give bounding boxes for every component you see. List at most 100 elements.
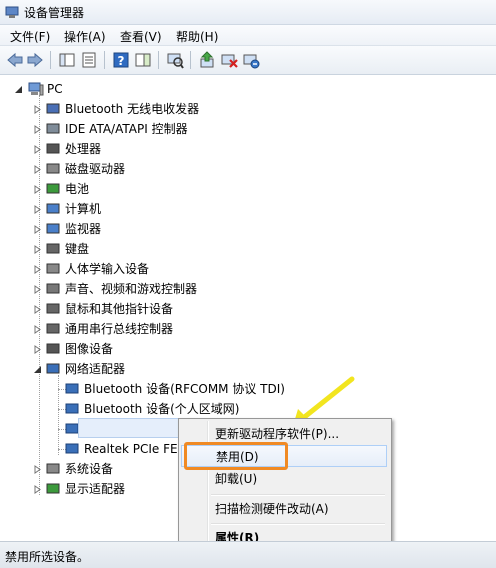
status-bar: 禁用所选设备。 [0,541,496,568]
bluetooth-icon [46,103,60,114]
collapsed-arrow-icon[interactable] [33,185,42,194]
tree-item-label: 系统设备 [65,462,114,476]
collapsed-arrow-icon[interactable] [33,225,42,234]
tree-item-label: 键盘 [65,242,90,256]
pc-icon [28,82,44,96]
camera-icon [46,343,60,354]
update-driver-icon[interactable] [198,51,216,69]
expanded-arrow-icon[interactable] [33,365,42,374]
tree-item-label: 监视器 [65,222,102,236]
tree-category[interactable]: 磁盘驱动器 [0,159,420,179]
tree-item-label: 图像设备 [65,342,114,356]
title-bar: 设备管理器 [0,0,496,25]
menu-action[interactable]: 操作(A) [62,28,108,45]
tree-item-label: 鼠标和其他指针设备 [65,302,174,316]
tree-category[interactable]: 处理器 [0,139,420,159]
collapsed-arrow-icon[interactable] [33,485,42,494]
tree-category[interactable]: 通用串行总线控制器 [0,319,420,339]
menu-help[interactable]: 帮助(H) [174,28,220,45]
menu-uninstall[interactable]: 卸载(U) [181,468,387,490]
disk-drive-icon [46,163,60,174]
menu-view[interactable]: 查看(V) [118,28,164,45]
collapsed-arrow-icon[interactable] [33,145,42,154]
forward-icon[interactable] [26,51,44,69]
status-text: 禁用所选设备。 [5,550,90,564]
menu-item-label: 卸载(U) [215,472,258,486]
menu-bar: 文件(F) 操作(A) 查看(V) 帮助(H) [0,25,496,46]
menu-separator [211,523,385,525]
mouse-icon [46,303,60,314]
back-icon[interactable] [6,51,24,69]
tree-item-label: 显示适配器 [65,482,126,496]
network-adapter-icon [65,383,79,394]
tree-category[interactable]: 电池 [0,179,420,199]
console-tree-icon[interactable] [58,51,76,69]
expanded-arrow-icon[interactable] [14,85,23,94]
tree-item-label: 声音、视频和游戏控制器 [65,282,198,296]
processor-icon [46,143,60,154]
tree-category[interactable]: 声音、视频和游戏控制器 [0,279,420,299]
tree-item-label: 网络适配器 [65,362,126,376]
annotation-highlight-box [184,442,288,470]
tree-item-label: Bluetooth 无线电收发器 [65,102,200,116]
tree-category[interactable]: Bluetooth 无线电收发器 [0,99,420,119]
window-title: 设备管理器 [24,6,85,20]
tree-item-label: 磁盘驱动器 [65,162,126,176]
tree-category[interactable]: 鼠标和其他指针设备 [0,299,420,319]
tree-item-label: IDE ATA/ATAPI 控制器 [65,122,188,136]
collapsed-arrow-icon[interactable] [33,125,42,134]
hid-icon [46,263,60,274]
toolbar-separator [104,51,105,69]
tree-root[interactable]: PC [0,79,200,99]
tree-item-label: 人体学输入设备 [65,262,150,276]
tree-category[interactable]: 计算机 [0,199,420,219]
collapsed-arrow-icon[interactable] [33,345,42,354]
monitor-icon [46,223,60,234]
device-manager-icon [5,6,19,18]
collapsed-arrow-icon[interactable] [33,305,42,314]
tree-item-label: Bluetooth 设备(RFCOMM 协议 TDI) [84,382,285,396]
network-adapter-icon [46,363,60,374]
computer-icon [46,203,60,214]
tree-item-label: 处理器 [65,142,102,156]
selected-row-highlight [78,418,190,438]
tree-category[interactable]: IDE ATA/ATAPI 控制器 [0,119,420,139]
usb-icon [46,323,60,334]
tree-item-label: 计算机 [65,202,102,216]
toolbar-separator [158,51,159,69]
collapsed-arrow-icon[interactable] [33,325,42,334]
collapsed-arrow-icon[interactable] [33,205,42,214]
uninstall-icon[interactable] [242,51,260,69]
help-icon[interactable]: ? [112,51,130,69]
tree-category[interactable]: 监视器 [0,219,420,239]
tree-category[interactable]: 人体学输入设备 [0,259,420,279]
tree-category[interactable]: 图像设备 [0,339,420,359]
sound-icon [46,283,60,294]
menu-separator [211,494,385,496]
keyboard-icon [46,243,60,254]
context-menu: 更新驱动程序软件(P)... 禁用(D) 卸载(U) 扫描检测硬件改动(A) 属… [178,418,392,554]
toolbar-separator [50,51,51,69]
properties-icon[interactable] [80,51,98,69]
tree-item-label: Bluetooth 设备(个人区域网) [84,402,240,416]
svg-text:?: ? [118,54,125,68]
disable-icon[interactable] [220,51,238,69]
collapsed-arrow-icon[interactable] [33,265,42,274]
tree-item-label: 电池 [65,182,90,196]
action-pane-icon[interactable] [134,51,152,69]
menu-file[interactable]: 文件(F) [8,28,52,45]
collapsed-arrow-icon[interactable] [33,105,42,114]
menu-item-label: 扫描检测硬件改动(A) [215,502,329,516]
scan-hardware-icon[interactable] [166,51,184,69]
menu-scan-hardware[interactable]: 扫描检测硬件改动(A) [181,498,387,520]
collapsed-arrow-icon[interactable] [33,165,42,174]
collapsed-arrow-icon[interactable] [33,245,42,254]
tree-category[interactable]: 键盘 [0,239,420,259]
collapsed-arrow-icon[interactable] [33,465,42,474]
toolbar-separator [190,51,191,69]
tree-item-label: 通用串行总线控制器 [65,322,174,336]
battery-icon [46,183,60,194]
collapsed-arrow-icon[interactable] [33,285,42,294]
system-device-icon [46,463,60,474]
network-adapter-icon [65,403,79,414]
